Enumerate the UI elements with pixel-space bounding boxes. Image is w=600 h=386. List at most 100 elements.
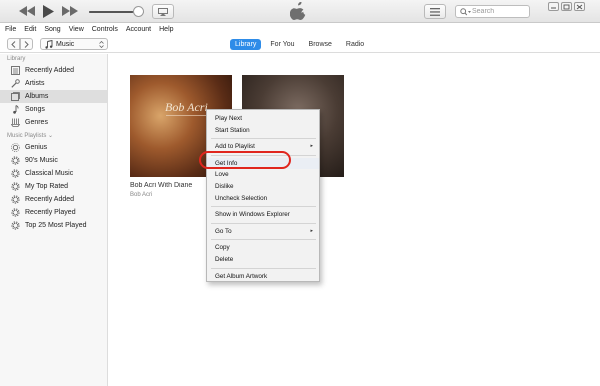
context-menu-item-start-station[interactable]: Start Station xyxy=(207,125,319,137)
back-button[interactable] xyxy=(7,38,20,50)
context-menu: Play Next Start Station Add to Playlist ▸ Ge… xyxy=(206,109,320,282)
tab-radio[interactable]: Radio xyxy=(341,39,369,50)
sidebar-item-label: Classical Music xyxy=(25,170,74,177)
tab-for-you[interactable]: For You xyxy=(265,39,299,50)
gear-icon xyxy=(10,156,20,166)
context-menu-item-dislike[interactable]: Dislike xyxy=(207,181,319,193)
menu-separator xyxy=(211,138,316,140)
sidebar-item-artists[interactable]: Artists xyxy=(0,77,107,90)
gear-icon xyxy=(10,195,20,205)
menu-separator xyxy=(211,206,316,208)
sidebar-item-recently-added[interactable]: Recently Added xyxy=(0,64,107,77)
sidebar-item-90s-music[interactable]: 90's Music xyxy=(0,154,107,167)
tab-library[interactable]: Library xyxy=(230,39,262,50)
restore-icon[interactable] xyxy=(561,2,572,11)
context-menu-list: Play Next Start Station Add to Playlist ▸ Ge… xyxy=(207,113,319,282)
context-menu-item-label: Get Album Artwork xyxy=(215,272,268,280)
sidebar-item-recently-played[interactable]: Recently Played xyxy=(0,206,107,219)
context-menu-item-label: Dislike xyxy=(215,182,234,190)
airplay-icon[interactable] xyxy=(152,4,174,19)
submenu-arrow-icon: ▸ xyxy=(310,143,313,150)
sidebar-item-label: Genius xyxy=(25,144,48,151)
close-icon[interactable] xyxy=(574,2,585,11)
menu-song[interactable]: Song xyxy=(44,26,60,33)
sidebar-item-top-25-most-played[interactable]: Top 25 Most Played xyxy=(0,219,107,232)
list-view-button[interactable] xyxy=(424,4,446,19)
menu-view[interactable]: View xyxy=(69,26,84,33)
menu-account[interactable]: Account xyxy=(126,26,151,33)
context-menu-item-delete[interactable]: Delete xyxy=(207,254,319,266)
cover-decoration xyxy=(166,115,208,116)
context-menu-item-copy[interactable]: Copy xyxy=(207,242,319,254)
menu-controls[interactable]: Controls xyxy=(92,26,118,33)
sidebar-item-recently-added-playlist[interactable]: Recently Added xyxy=(0,193,107,206)
recently-added-icon xyxy=(10,66,20,76)
menu-separator xyxy=(211,222,316,224)
note-icon xyxy=(10,105,20,115)
play-icon[interactable] xyxy=(41,4,55,18)
sidebar-item-label: Recently Played xyxy=(25,209,76,216)
context-menu-item-get-info[interactable]: Get Info xyxy=(207,157,319,170)
context-menu-item-show-in-windows-explorer[interactable]: Show in Windows Explorer xyxy=(207,209,319,221)
submenu-arrow-icon: ▸ xyxy=(310,227,313,234)
fast-forward-icon[interactable] xyxy=(62,4,78,18)
playlists-section-title[interactable]: Music Playlists ⌄ xyxy=(0,132,107,141)
sidebar-item-label: Artists xyxy=(25,80,45,87)
apple-logo-icon xyxy=(289,1,306,21)
sidebar-item-my-top-rated[interactable]: My Top Rated xyxy=(0,180,107,193)
menu-help[interactable]: Help xyxy=(159,26,173,33)
context-menu-item-label: Uncheck Selection xyxy=(215,194,268,202)
sidebar-item-classical-music[interactable]: Classical Music xyxy=(0,167,107,180)
sidebar: Library Recently Added Artists Albums So… xyxy=(0,54,108,386)
list-icon xyxy=(430,7,440,16)
gear-icon xyxy=(10,169,20,179)
library-section-title: Library xyxy=(7,56,26,62)
context-menu-item-label: Play Next xyxy=(215,115,242,122)
minimize-icon[interactable] xyxy=(548,2,559,11)
search-box[interactable] xyxy=(455,5,530,18)
sidebar-item-label: Recently Added xyxy=(25,67,75,74)
context-menu-item-label: Show in Windows Explorer xyxy=(215,211,290,219)
search-input[interactable] xyxy=(472,8,522,15)
sidebar-item-genius[interactable]: Genius xyxy=(0,141,107,154)
menu-separator xyxy=(211,239,316,241)
context-menu-item-label: Delete xyxy=(215,255,234,263)
volume-level xyxy=(89,11,133,13)
rewind-icon[interactable] xyxy=(19,4,35,18)
context-menu-item-play-next[interactable]: Play Next xyxy=(207,113,319,125)
chevron-left-icon xyxy=(11,40,16,48)
album-title[interactable]: Bob Acri With Diane xyxy=(130,182,196,189)
volume-knob[interactable] xyxy=(133,6,144,17)
menu-separator xyxy=(211,154,316,156)
context-menu-item-go-to[interactable]: Go To ▸ xyxy=(207,226,319,238)
context-menu-item-label: Add to Playlist xyxy=(215,143,255,151)
genius-icon xyxy=(10,143,20,153)
sidebar-item-songs[interactable]: Songs xyxy=(0,103,107,116)
music-note-icon xyxy=(45,39,53,49)
sidebar-item-genres[interactable]: Genres xyxy=(0,116,107,129)
navigation-bar: Music Library For You Browse Radio xyxy=(0,36,600,53)
tab-browse[interactable]: Browse xyxy=(304,39,337,50)
context-menu-item-label: Copy xyxy=(215,244,230,252)
menu-edit[interactable]: Edit xyxy=(24,26,36,33)
context-menu-item-uncheck-selection[interactable]: Uncheck Selection xyxy=(207,193,319,205)
updown-chevron-icon xyxy=(99,40,104,48)
menu-file[interactable]: File xyxy=(5,26,16,33)
cover-text: Bob Acri xyxy=(165,100,208,114)
forward-button[interactable] xyxy=(20,38,33,50)
media-type-select[interactable]: Music xyxy=(40,38,108,50)
context-menu-item-label: Love xyxy=(215,171,229,179)
context-menu-item-add-to-playlist[interactable]: Add to Playlist ▸ xyxy=(207,141,319,153)
context-menu-item-get-album-artwork[interactable]: Get Album Artwork xyxy=(207,271,319,283)
sidebar-item-label: Top 25 Most Played xyxy=(25,222,87,229)
section-tabs: Library For You Browse Radio xyxy=(230,38,373,51)
context-menu-item-label: Get Info xyxy=(215,159,238,167)
gear-icon xyxy=(10,182,20,192)
gear-icon xyxy=(10,221,20,231)
context-menu-item-love[interactable]: Love xyxy=(207,169,319,181)
sidebar-item-albums[interactable]: Albums xyxy=(0,90,107,103)
sidebar-item-label: Genres xyxy=(25,119,48,126)
gear-icon xyxy=(10,208,20,218)
media-type-label: Music xyxy=(56,40,75,48)
sidebar-item-label: Recently Added xyxy=(25,196,75,203)
